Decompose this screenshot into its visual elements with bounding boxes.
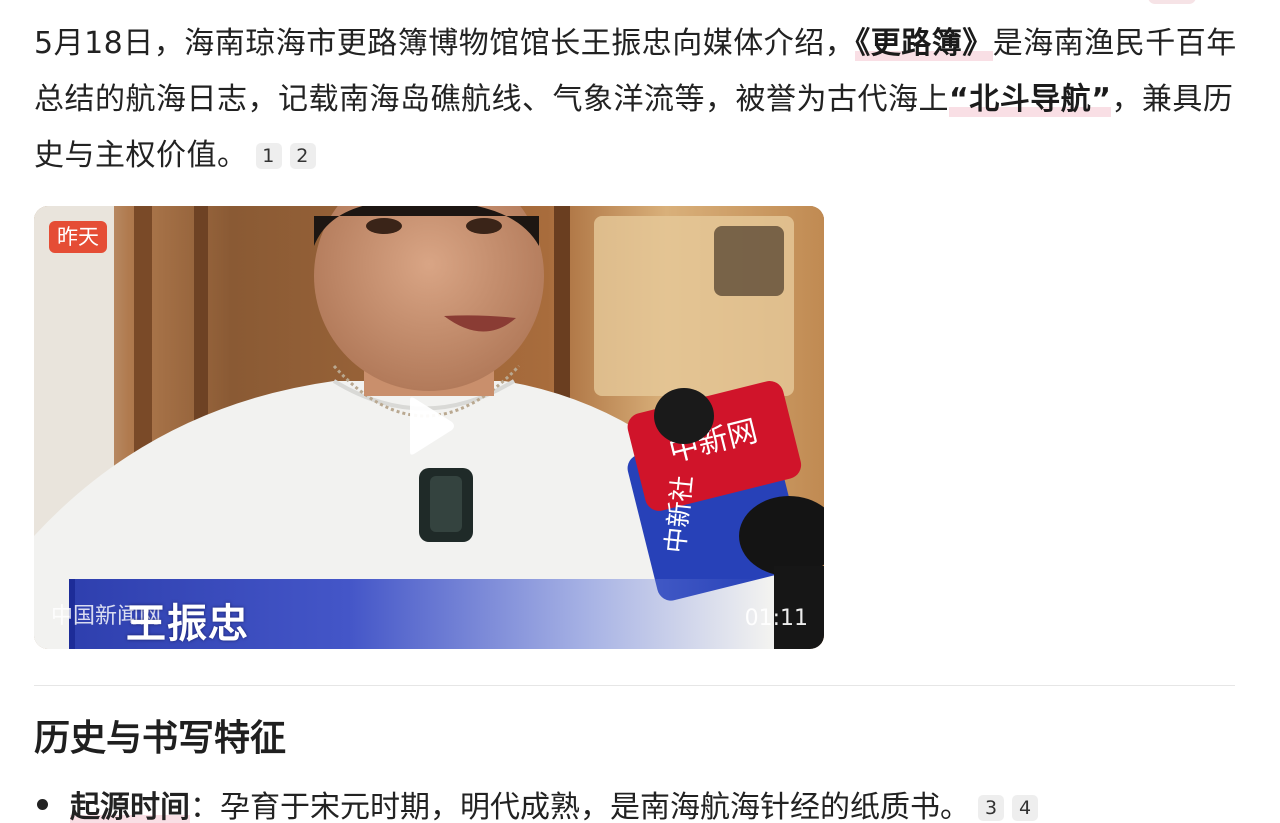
- citation-2[interactable]: 2: [289, 143, 316, 169]
- beidou-highlight: “北斗导航”: [949, 82, 1112, 117]
- intro-paragraph: 5月18日，海南琼海市更路簿博物馆馆长王振忠向媒体介绍，《更路簿》是海南渔民千百…: [34, 16, 1244, 184]
- section-heading: 历史与书写特征: [34, 718, 287, 759]
- bullet-dot-icon: [37, 799, 48, 810]
- video-duration: 01:11: [744, 606, 808, 631]
- video-player[interactable]: 中新网 中新社 昨天 中国新闻网 王振忠 01:11: [34, 206, 824, 649]
- partial-highlight: [1148, 0, 1196, 4]
- date-badge: 昨天: [49, 221, 107, 253]
- bullet-text: ：孕育于宋元时期，明代成熟，是南海航海针经的纸质书。: [190, 790, 970, 823]
- bullet-item: 起源时间：孕育于宋元时期，明代成熟，是南海航海针经的纸质书。 3 4: [34, 782, 1244, 823]
- section-divider: [34, 685, 1235, 686]
- play-icon[interactable]: [404, 396, 456, 456]
- speaker-name-caption: 王振忠: [126, 601, 249, 647]
- citation-4[interactable]: 4: [1012, 795, 1038, 821]
- intro-text-1: 5月18日，海南琼海市更路簿博物馆馆长王振忠向媒体介绍，: [34, 26, 856, 61]
- bullet-term: 起源时间: [70, 790, 190, 823]
- article-page: 5月18日，海南琼海市更路簿博物馆馆长王振忠向媒体介绍，《更路簿》是海南渔民千百…: [0, 0, 1280, 823]
- citation-1[interactable]: 1: [255, 143, 282, 169]
- book-title-highlight: 《更路簿》: [855, 26, 993, 61]
- citation-3[interactable]: 3: [978, 795, 1004, 821]
